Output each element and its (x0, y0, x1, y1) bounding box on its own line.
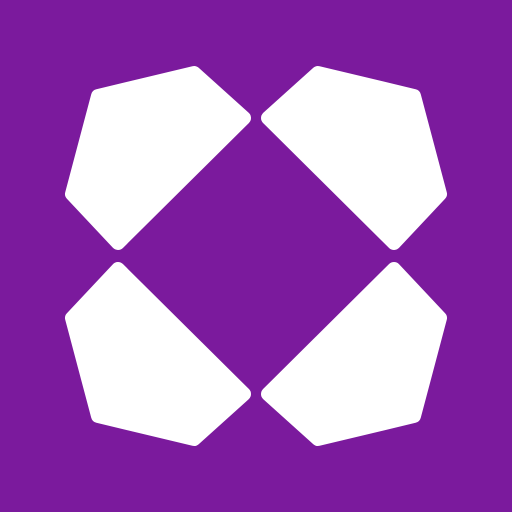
app-icon-canvas (0, 0, 512, 512)
four-petal-cross-logo-icon (0, 0, 512, 512)
logo-background (0, 0, 512, 512)
